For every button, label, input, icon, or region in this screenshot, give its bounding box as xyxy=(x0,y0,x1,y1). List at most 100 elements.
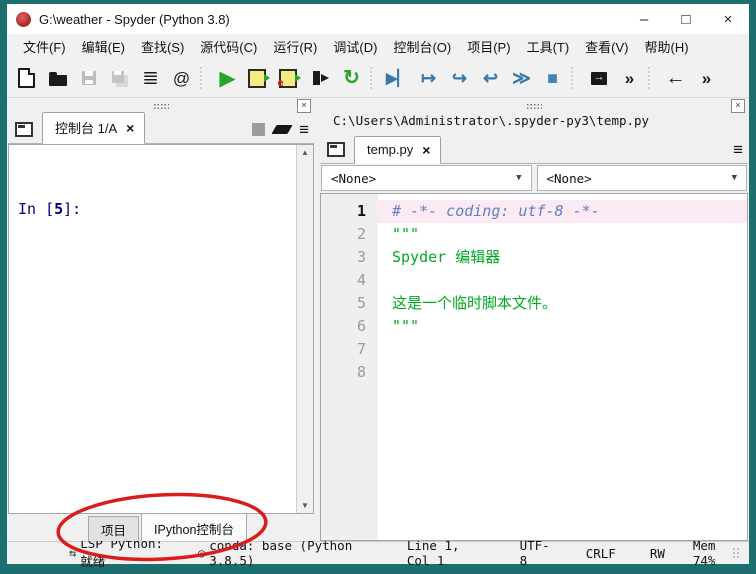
spyder-logo-icon xyxy=(16,12,31,27)
menu-item-1[interactable]: 文件(F) xyxy=(15,37,74,56)
menu-item-8[interactable]: 项目(P) xyxy=(459,37,518,56)
menu-item-7[interactable]: 控制台(O) xyxy=(385,37,459,56)
file-path: C:\Users\Administrator\.spyder-py3\temp.… xyxy=(320,113,748,133)
editor-pane-header: × xyxy=(320,98,748,113)
resize-grip[interactable] xyxy=(732,547,741,559)
browse-tabs-icon[interactable] xyxy=(15,122,33,137)
continue-icon: ≫ xyxy=(512,69,531,87)
new-file-button[interactable] xyxy=(12,64,41,93)
run-current-line-button[interactable]: ↦ xyxy=(414,64,443,93)
scroll-down-icon[interactable]: ▼ xyxy=(301,501,309,510)
tab-close-icon[interactable]: × xyxy=(422,145,430,155)
window-title: G:\weather - Spyder (Python 3.8) xyxy=(39,12,230,27)
line-number: 2 xyxy=(321,223,378,246)
step-into-button[interactable]: ↪ xyxy=(445,64,474,93)
console-tab-buttons: ≡ xyxy=(252,123,309,143)
rerun-cell-button[interactable]: ↻ xyxy=(337,64,366,93)
line-number: 7 xyxy=(321,338,378,361)
menu-item-11[interactable]: 帮助(H) xyxy=(637,37,697,56)
save-all-icon xyxy=(112,71,124,83)
function-dropdown[interactable]: <None> ▼ xyxy=(537,165,748,191)
line-number-gutter: 12345678 xyxy=(321,194,378,540)
menu-item-5[interactable]: 运行(R) xyxy=(265,37,325,56)
toolbar-overflow-button[interactable]: » xyxy=(615,64,644,93)
drag-handle-icon[interactable] xyxy=(526,103,542,110)
code-line[interactable]: """ xyxy=(378,223,747,246)
console-tabbar: 控制台 1/A × ≡ xyxy=(8,113,314,144)
permission-status: RW xyxy=(650,546,665,561)
back-button[interactable]: ← xyxy=(661,64,690,93)
continue-button[interactable]: ≫ xyxy=(507,64,536,93)
code-line[interactable]: # -*- coding: utf-8 -*- xyxy=(378,200,747,223)
chevron-down-icon: ▼ xyxy=(732,173,737,183)
find-symbols-button[interactable]: @ xyxy=(167,64,196,93)
menu-item-9[interactable]: 工具(T) xyxy=(519,37,578,56)
scroll-up-icon[interactable]: ▲ xyxy=(301,148,309,157)
code-editor[interactable]: 12345678 # -*- coding: utf-8 -*-"""Spyde… xyxy=(320,193,748,541)
memory-status: Mem 74% xyxy=(693,538,732,568)
editor-options-menu-icon[interactable]: ≡ xyxy=(733,144,743,156)
console-prompt: In [5]: xyxy=(18,200,81,218)
run-cell-advance-button[interactable] xyxy=(275,64,304,93)
maximize-pane-button[interactable] xyxy=(584,64,613,93)
menubar: 文件(F)编辑(E)查找(S)源代码(C)运行(R)调试(D)控制台(O)项目(… xyxy=(7,34,749,59)
menu-item-3[interactable]: 查找(S) xyxy=(133,37,192,56)
maximize-button[interactable]: □ xyxy=(665,4,707,34)
editor-pane-close-button[interactable]: × xyxy=(731,99,745,113)
line-number: 8 xyxy=(321,361,378,384)
browse-tabs-icon[interactable] xyxy=(327,142,345,157)
editor-tabbar: temp.py × ≡ xyxy=(320,133,748,164)
code-area[interactable]: # -*- coding: utf-8 -*-"""Spyder 编辑器这是一个… xyxy=(378,194,747,540)
lsp-status: LSP Python: 就绪 xyxy=(80,536,166,570)
close-button[interactable]: × xyxy=(707,4,749,34)
tab-console-label: 控制台 1/A xyxy=(55,118,117,137)
rerun-cell-icon: ↻ xyxy=(343,68,360,88)
tab-close-icon[interactable]: × xyxy=(126,123,134,133)
statusbar: ⇆ LSP Python: 就绪 ◎ conda: base (Python 3… xyxy=(7,541,749,564)
outline-explorer-button[interactable]: ≣ xyxy=(136,64,165,93)
console-pane: × 控制台 1/A × ≡ In [5]: ▲ ▼ xyxy=(8,98,314,541)
console-pane-header: × xyxy=(8,98,314,113)
code-line[interactable]: Spyder 编辑器 xyxy=(378,246,747,269)
line-number: 4 xyxy=(321,269,378,292)
clear-console-icon[interactable] xyxy=(271,125,292,134)
bottom-tab-ipython-console[interactable]: IPython控制台 xyxy=(141,513,247,541)
window-controls: – □ × xyxy=(623,4,749,34)
code-line[interactable] xyxy=(378,269,747,292)
console-options-menu-icon[interactable]: ≡ xyxy=(299,124,309,136)
menu-item-6[interactable]: 调试(D) xyxy=(325,37,385,56)
run-selection-button[interactable] xyxy=(306,64,335,93)
console-scrollbar[interactable]: ▲ ▼ xyxy=(296,145,313,513)
run-file-button[interactable]: ▶ xyxy=(213,64,242,93)
step-into-icon: ↪ xyxy=(452,69,467,87)
debug-file-button[interactable]: ▶▏ xyxy=(383,64,412,93)
step-return-button[interactable]: ↩ xyxy=(476,64,505,93)
drag-handle-icon[interactable] xyxy=(153,103,169,110)
open-file-button[interactable] xyxy=(43,64,72,93)
run-cell-button[interactable] xyxy=(244,64,273,93)
ipython-console[interactable]: In [5]: ▲ ▼ xyxy=(8,144,314,514)
class-dropdown[interactable]: <None> ▼ xyxy=(321,165,532,191)
toolbar-overflow-icon: » xyxy=(625,70,634,87)
stop-debug-button[interactable]: ■ xyxy=(538,64,567,93)
console-output[interactable]: In [5]: xyxy=(9,145,296,513)
menu-item-4[interactable]: 源代码(C) xyxy=(192,37,265,56)
bottom-tab-projects[interactable]: 项目 xyxy=(88,516,139,541)
editor-pane: × C:\Users\Administrator\.spyder-py3\tem… xyxy=(320,98,748,541)
toolbar-separator xyxy=(370,67,377,89)
minimize-button[interactable]: – xyxy=(623,4,665,34)
code-line[interactable]: """ xyxy=(378,315,747,338)
maximize-pane-icon xyxy=(591,72,607,85)
run-cell-icon xyxy=(248,69,266,88)
code-line[interactable]: 这是一个临时脚本文件。 xyxy=(378,292,747,315)
run-selection-icon xyxy=(313,71,320,85)
menu-item-2[interactable]: 编辑(E) xyxy=(74,37,133,56)
tab-console-1a[interactable]: 控制台 1/A × xyxy=(42,112,145,144)
nav-overflow-button[interactable]: » xyxy=(692,64,721,93)
code-line[interactable] xyxy=(378,338,747,361)
console-pane-close-button[interactable]: × xyxy=(297,99,311,113)
menu-item-10[interactable]: 查看(V) xyxy=(577,37,636,56)
code-line[interactable] xyxy=(378,361,747,384)
new-file-icon xyxy=(18,68,35,88)
tab-temp-py[interactable]: temp.py × xyxy=(354,136,441,164)
